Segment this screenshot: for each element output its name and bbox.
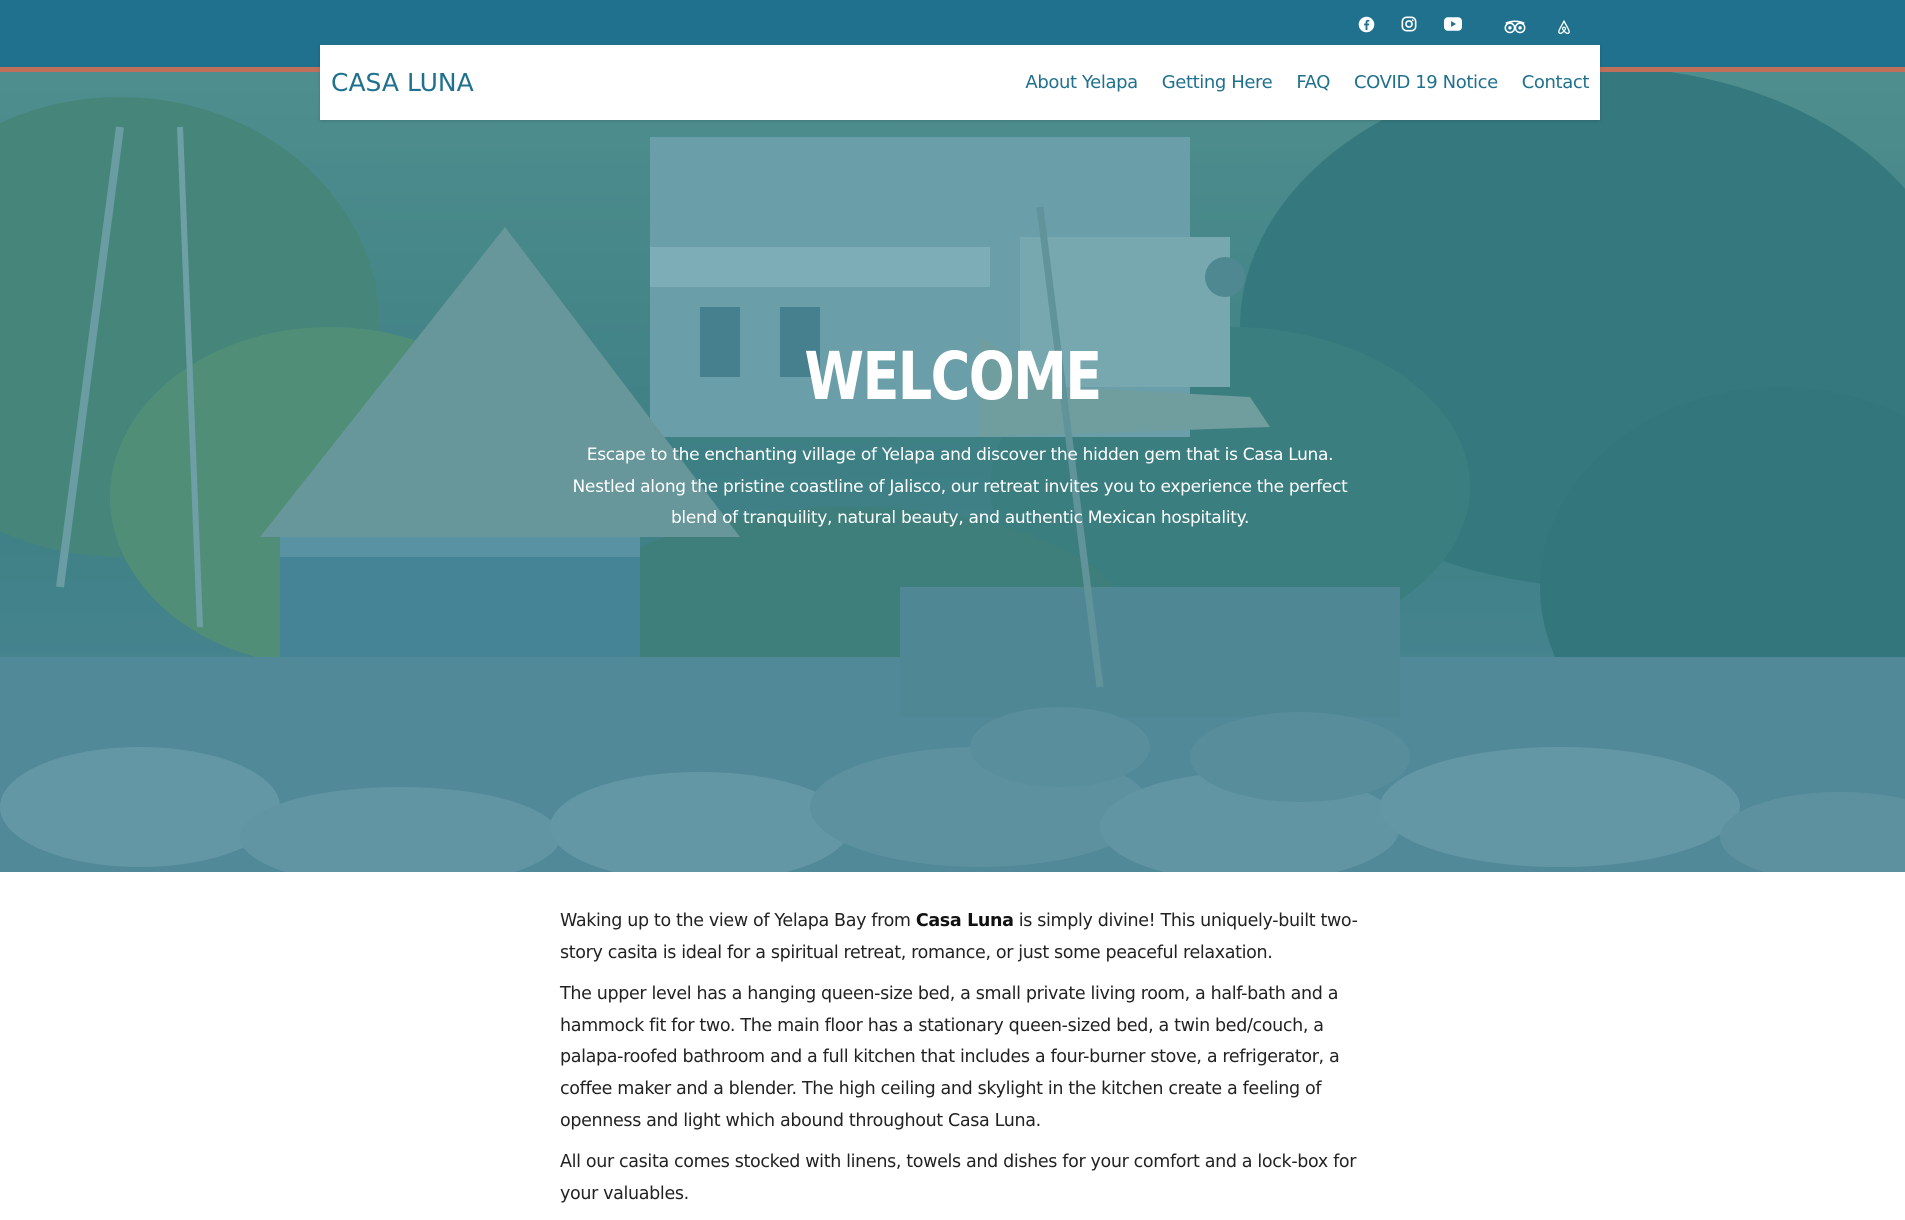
hero-intro-text: Escape to the enchanting village of Yela… [572,445,1348,528]
content-paragraph-1: Waking up to the view of Yelapa Bay from… [560,906,1360,969]
facebook-icon[interactable] [1354,12,1378,36]
nav-about-yelapa[interactable]: About Yelapa [1025,72,1138,93]
nav-contact[interactable]: Contact [1522,72,1590,93]
social-links [0,12,1905,36]
youtube-icon[interactable] [1441,12,1465,36]
content-paragraph-3: All our casita comes stocked with linens… [560,1152,1357,1204]
main-navigation-bar: CASA LUNA About Yelapa Getting Here FAQ … [320,45,1600,120]
airbnb-icon[interactable] [1552,15,1576,39]
hero-title: WELCOME [804,338,1102,415]
main-content: Waking up to the view of Yelapa Bay from… [560,906,1360,1220]
nav-covid-19-notice[interactable]: COVID 19 Notice [1354,72,1498,93]
tripadvisor-icon[interactable] [1503,15,1527,39]
casa-luna-bold: Casa Luna [915,911,1014,931]
nav-faq[interactable]: FAQ [1296,72,1330,93]
content-paragraph-2: The upper level has a hanging queen-size… [560,984,1340,1131]
instagram-icon[interactable] [1397,12,1421,36]
paragraph-1-text-start: Waking up to the view of Yelapa Bay from [560,911,916,931]
site-brand[interactable]: CASA LUNA [331,45,474,120]
nav-menu: About Yelapa Getting Here FAQ COVID 19 N… [1025,45,1589,120]
nav-getting-here[interactable]: Getting Here [1162,72,1273,93]
